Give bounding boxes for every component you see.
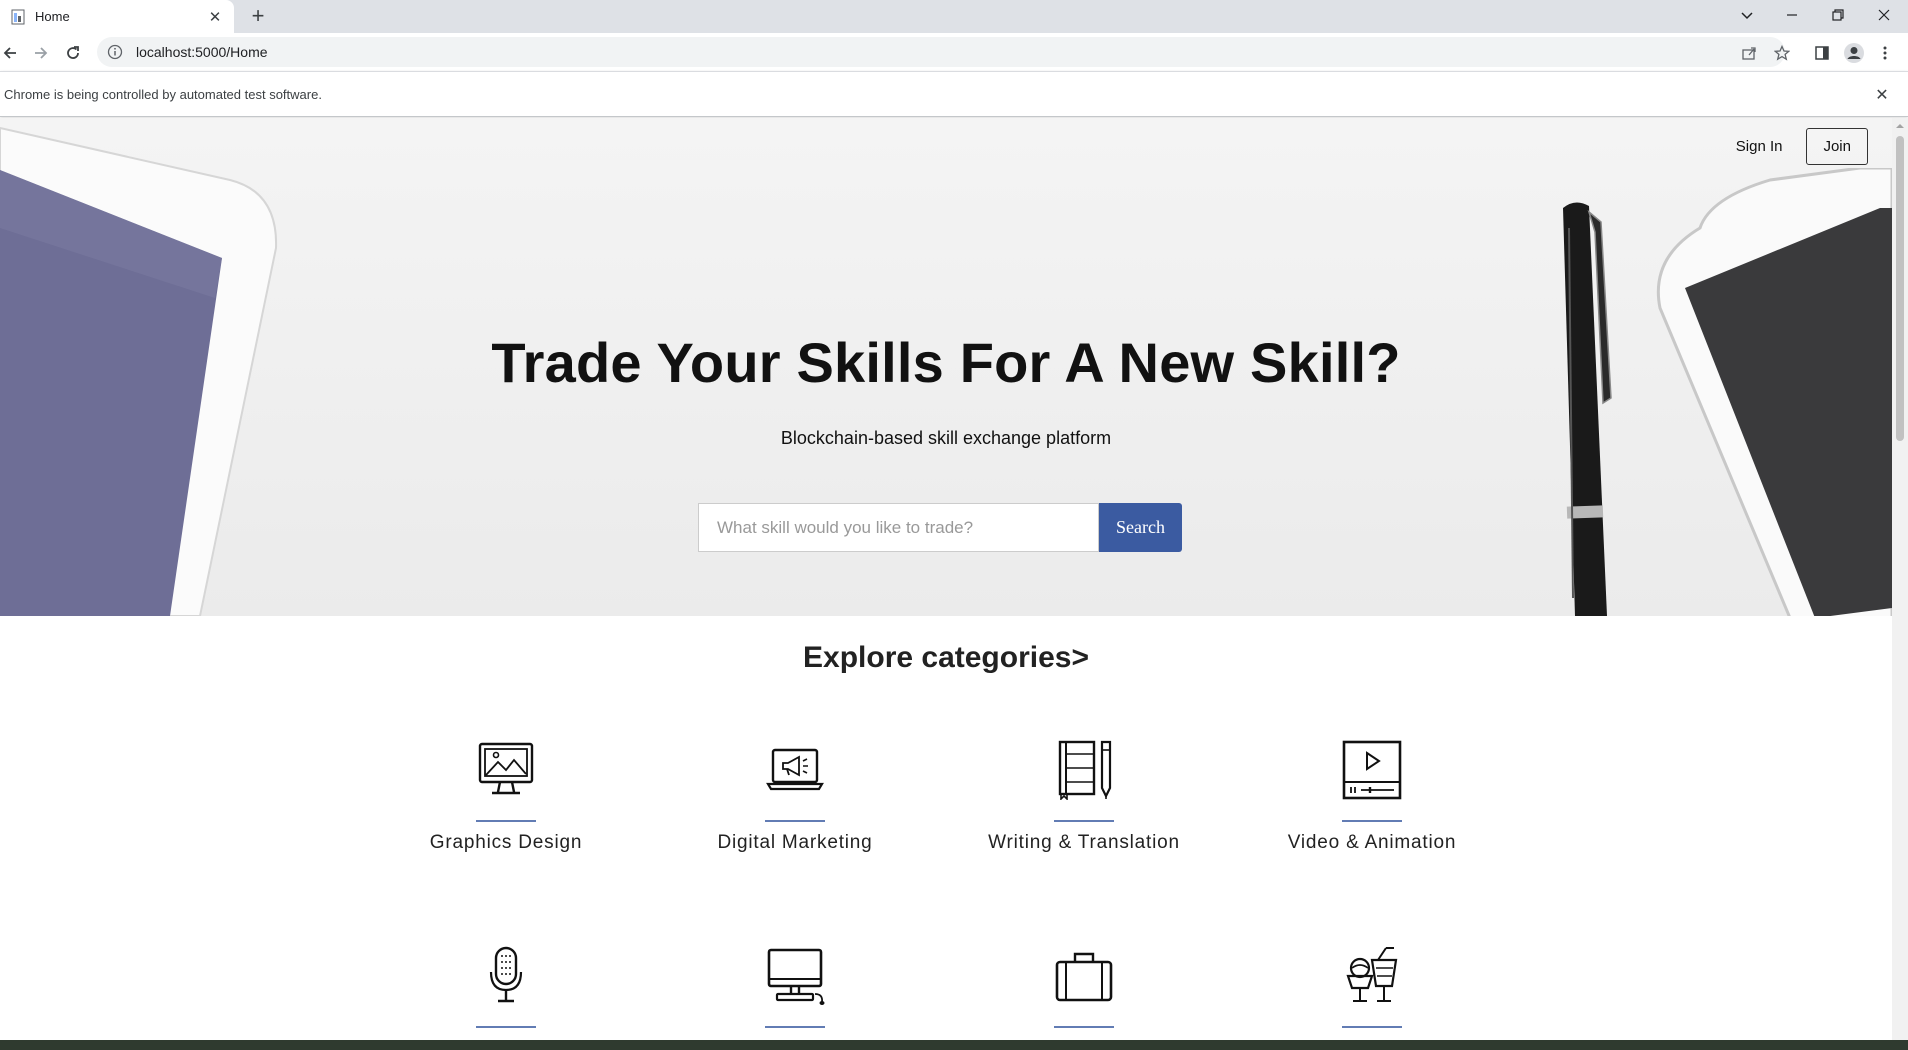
category-divider: [1054, 820, 1114, 822]
video-player-icon: [1342, 740, 1402, 800]
os-taskbar: [0, 1040, 1908, 1050]
reload-button[interactable]: [59, 39, 87, 67]
share-button[interactable]: [1737, 41, 1761, 65]
desktop-computer-icon: [767, 948, 825, 1005]
share-icon: [1742, 47, 1756, 60]
forward-arrow-icon: [35, 47, 48, 59]
new-tab-button[interactable]: +: [245, 4, 271, 30]
page-scrollbar[interactable]: [1892, 118, 1908, 1040]
restore-button[interactable]: [1816, 0, 1860, 30]
minimize-icon: [1787, 14, 1797, 16]
hero-subtitle: Blockchain-based skill exchange platform: [780, 428, 1112, 448]
category-label: Writing & Translation: [988, 832, 1180, 853]
automation-infobar: Chrome is being controlled by automated …: [0, 71, 1908, 117]
restore-icon: [1832, 9, 1844, 21]
infobar-close-icon[interactable]: ✕: [1872, 85, 1892, 105]
reload-icon: [67, 46, 79, 59]
url-text: localhost:5000/Home: [136, 44, 268, 60]
tab-home[interactable]: Home ✕: [0, 0, 234, 33]
notebook-pencil-icon: [1058, 740, 1112, 800]
drinks-icon: [1346, 947, 1398, 1002]
auth-links: Sign In Join: [1726, 128, 1868, 165]
skill-search-form: Search: [698, 503, 1182, 552]
profile-button[interactable]: [1842, 41, 1866, 65]
scroll-up-arrow-icon[interactable]: [1896, 122, 1904, 130]
category-programming[interactable]: [665, 946, 925, 1038]
category-divider: [1342, 820, 1402, 822]
category-label: Video & Animation: [1287, 832, 1457, 853]
category-lifestyle[interactable]: [1242, 946, 1502, 1038]
skill-search-input[interactable]: [698, 503, 1099, 552]
minimize-button[interactable]: [1770, 0, 1814, 30]
category-digital-marketing[interactable]: Digital Marketing: [665, 740, 925, 854]
laptop-megaphone-icon: [766, 748, 824, 791]
briefcase-icon: [1055, 952, 1113, 1002]
categories-heading[interactable]: Explore categories>: [0, 641, 1892, 675]
chevron-down-icon: [1741, 12, 1753, 20]
star-icon: [1774, 45, 1790, 61]
category-divider: [1054, 1026, 1114, 1028]
avatar-icon: [1844, 43, 1864, 63]
close-icon: [1878, 9, 1890, 21]
tab-search-button[interactable]: [1725, 0, 1769, 30]
kebab-menu-icon: [1883, 46, 1887, 60]
side-panel-icon: [1815, 46, 1829, 60]
hero-title: Trade Your Skills For A New Skill?: [491, 331, 1401, 394]
category-divider: [765, 1026, 825, 1028]
side-panel-button[interactable]: [1810, 41, 1834, 65]
menu-button[interactable]: [1873, 41, 1897, 65]
pen-image: [1563, 202, 1612, 616]
sign-in-link[interactable]: Sign In: [1726, 130, 1793, 163]
microphone-icon: [489, 946, 523, 1003]
address-bar[interactable]: localhost:5000/Home: [97, 37, 1785, 67]
forward-button[interactable]: [27, 39, 55, 67]
page-icon: [11, 9, 25, 24]
category-label: Graphics Design: [429, 832, 583, 853]
category-divider: [476, 1026, 536, 1028]
category-divider: [476, 820, 536, 822]
hero-section: Sign In Join Trade Your Skills For A New…: [0, 118, 1892, 616]
category-divider: [765, 820, 825, 822]
back-button[interactable]: [0, 39, 24, 67]
category-graphics-design[interactable]: Graphics Design: [376, 740, 636, 854]
category-writing-translation[interactable]: Writing & Translation: [954, 740, 1214, 854]
category-label: Digital Marketing: [717, 832, 873, 853]
scroll-thumb[interactable]: [1896, 136, 1904, 441]
category-business[interactable]: [954, 946, 1214, 1038]
browser-toolbar: localhost:5000/Home: [0, 33, 1908, 71]
category-divider: [1342, 1026, 1402, 1028]
back-arrow-icon: [3, 47, 16, 59]
bookmark-button[interactable]: [1770, 41, 1794, 65]
tab-strip: Home ✕ +: [0, 0, 1908, 33]
join-button[interactable]: Join: [1806, 128, 1868, 165]
monitor-image-icon: [478, 742, 534, 795]
close-window-button[interactable]: [1862, 0, 1906, 30]
tab-title: Home: [35, 9, 70, 24]
search-button[interactable]: Search: [1099, 503, 1182, 552]
infobar-message: Chrome is being controlled by automated …: [4, 86, 322, 102]
tab-close-icon[interactable]: ✕: [204, 6, 226, 28]
category-audio[interactable]: [376, 946, 636, 1038]
info-icon[interactable]: [107, 44, 123, 60]
category-video-animation[interactable]: Video & Animation: [1242, 740, 1502, 854]
page-viewport: Sign In Join Trade Your Skills For A New…: [0, 118, 1892, 1040]
